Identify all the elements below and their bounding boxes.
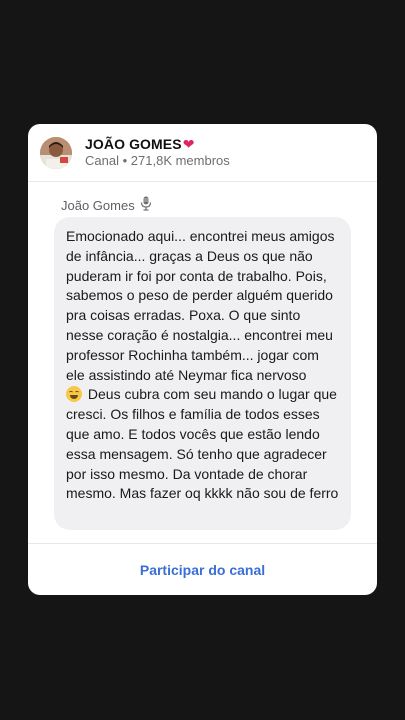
- message-text-part2: Deus cubra com seu mando o lugar que cre…: [66, 386, 341, 502]
- join-channel-button[interactable]: Participar do canal: [134, 561, 271, 579]
- grinning-sweat-emoji: [66, 386, 82, 403]
- member-count: 271,8K membros: [130, 153, 230, 168]
- message-bubble[interactable]: Emocionado aqui... encontrei meus amigos…: [54, 217, 351, 530]
- message-text: Emocionado aqui... encontrei meus amigos…: [66, 227, 339, 504]
- channel-title: JOÃO GOMES❤: [85, 136, 195, 153]
- microphone-icon: [140, 196, 152, 214]
- channel-preview-card: JOÃO GOMES❤ Canal • 271,8K membros João …: [28, 124, 377, 595]
- red-heart-icon: ❤: [182, 136, 195, 152]
- card-footer: Participar do canal: [28, 544, 377, 595]
- channel-meta: Canal • 271,8K membros: [85, 153, 230, 168]
- channel-avatar[interactable]: [40, 137, 72, 169]
- channel-type-label: Canal: [85, 153, 119, 168]
- post-author: João Gomes: [61, 196, 152, 214]
- message-text-part1: Emocionado aqui... encontrei meus amigos…: [66, 228, 339, 383]
- author-name: João Gomes: [61, 197, 135, 213]
- channel-header[interactable]: JOÃO GOMES❤ Canal • 271,8K membros: [28, 124, 377, 181]
- channel-name-text: JOÃO GOMES: [85, 136, 182, 152]
- meta-separator: •: [122, 153, 128, 168]
